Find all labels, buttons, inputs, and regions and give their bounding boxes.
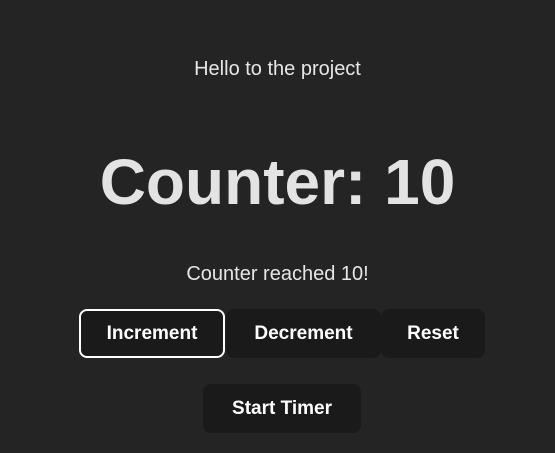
decrement-button[interactable]: Decrement — [226, 309, 381, 358]
counter-heading: Counter: 10 — [99, 146, 456, 218]
counter-app: Hello to the project Counter: 10 Counter… — [0, 0, 555, 453]
counter-status-message: Counter reached 10! — [186, 263, 369, 285]
increment-button[interactable]: Increment — [79, 309, 225, 358]
start-timer-button[interactable]: Start Timer — [203, 384, 361, 433]
reset-button[interactable]: Reset — [381, 309, 485, 358]
greeting-text: Hello to the project — [194, 58, 361, 80]
